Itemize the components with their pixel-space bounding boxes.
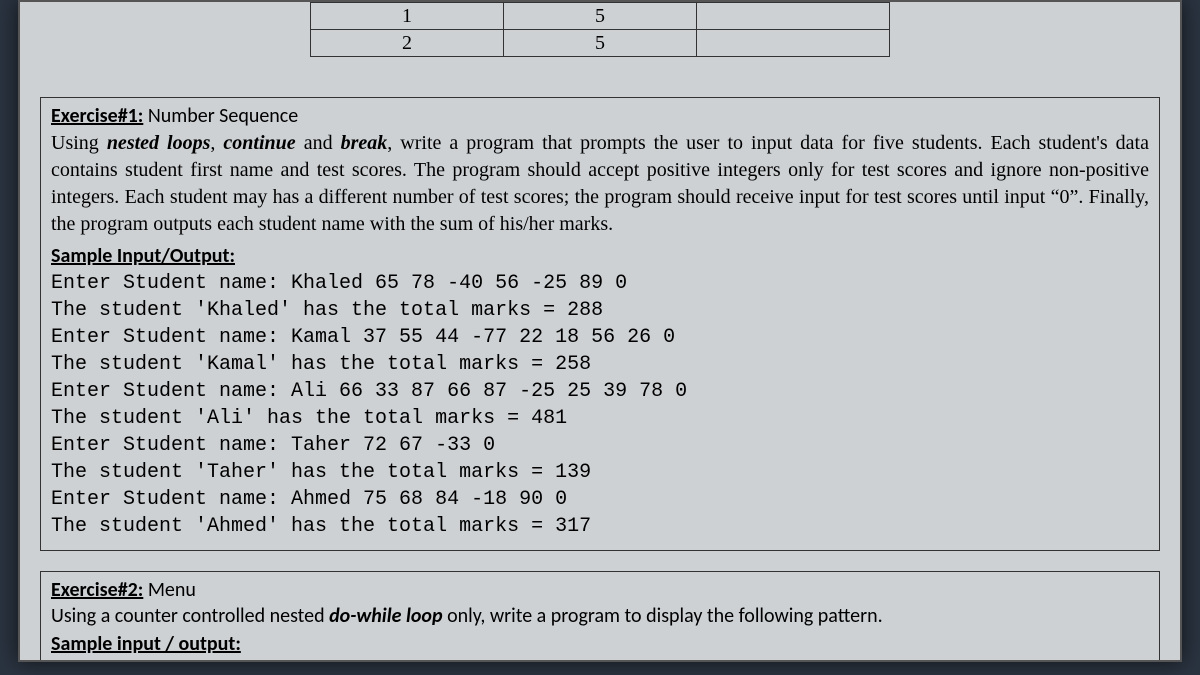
text: Using — [51, 132, 107, 154]
exercise-2-title: Exercise#2: Menu — [51, 578, 1149, 602]
exercise-1-box: Exercise#1: Number Sequence Using nested… — [40, 97, 1160, 551]
cell: 5 — [504, 3, 697, 30]
text: and — [296, 132, 341, 154]
exercise-1-instructions: Using nested loops, continue and break, … — [51, 130, 1149, 238]
cell: 1 — [311, 3, 504, 30]
exercise-2-instructions: Using a counter controlled nested do-whi… — [51, 604, 1149, 628]
exercise-label: Exercise#2: — [51, 578, 143, 602]
exercise-2-box: Exercise#2: Menu Using a counter control… — [40, 571, 1160, 660]
exercise-label: Exercise#1: — [51, 104, 143, 128]
exercise-name: Menu — [143, 578, 196, 602]
top-table-wrap: 1 5 2 5 — [20, 2, 1180, 57]
sample-console-output: Enter Student name: Khaled 65 78 -40 56 … — [51, 270, 1149, 540]
text: Using a counter controlled nested — [51, 604, 329, 628]
exercise-1-title: Exercise#1: Number Sequence — [51, 104, 1149, 128]
sample-io-heading: Sample Input/Output: — [51, 244, 1149, 268]
cell: 5 — [504, 30, 697, 57]
cell: 2 — [311, 30, 504, 57]
keyword-nested-loops: nested loops — [107, 132, 211, 154]
sample-io-heading-2: Sample input / output: — [51, 632, 1149, 656]
keyword-continue: continue — [223, 132, 295, 154]
text: , — [210, 132, 223, 154]
table-row: 1 5 — [311, 3, 890, 30]
keyword-break: break — [341, 132, 388, 154]
table-row: 2 5 — [311, 30, 890, 57]
exercise-name: Number Sequence — [143, 104, 298, 128]
keyword-do-while: do-while loop — [329, 604, 442, 628]
top-table: 1 5 2 5 — [310, 2, 890, 57]
cell — [697, 30, 890, 57]
document-page: 1 5 2 5 Exercise#1: Number Sequence Usin… — [18, 0, 1182, 662]
text: only, write a program to display the fol… — [443, 604, 883, 628]
cell — [697, 3, 890, 30]
